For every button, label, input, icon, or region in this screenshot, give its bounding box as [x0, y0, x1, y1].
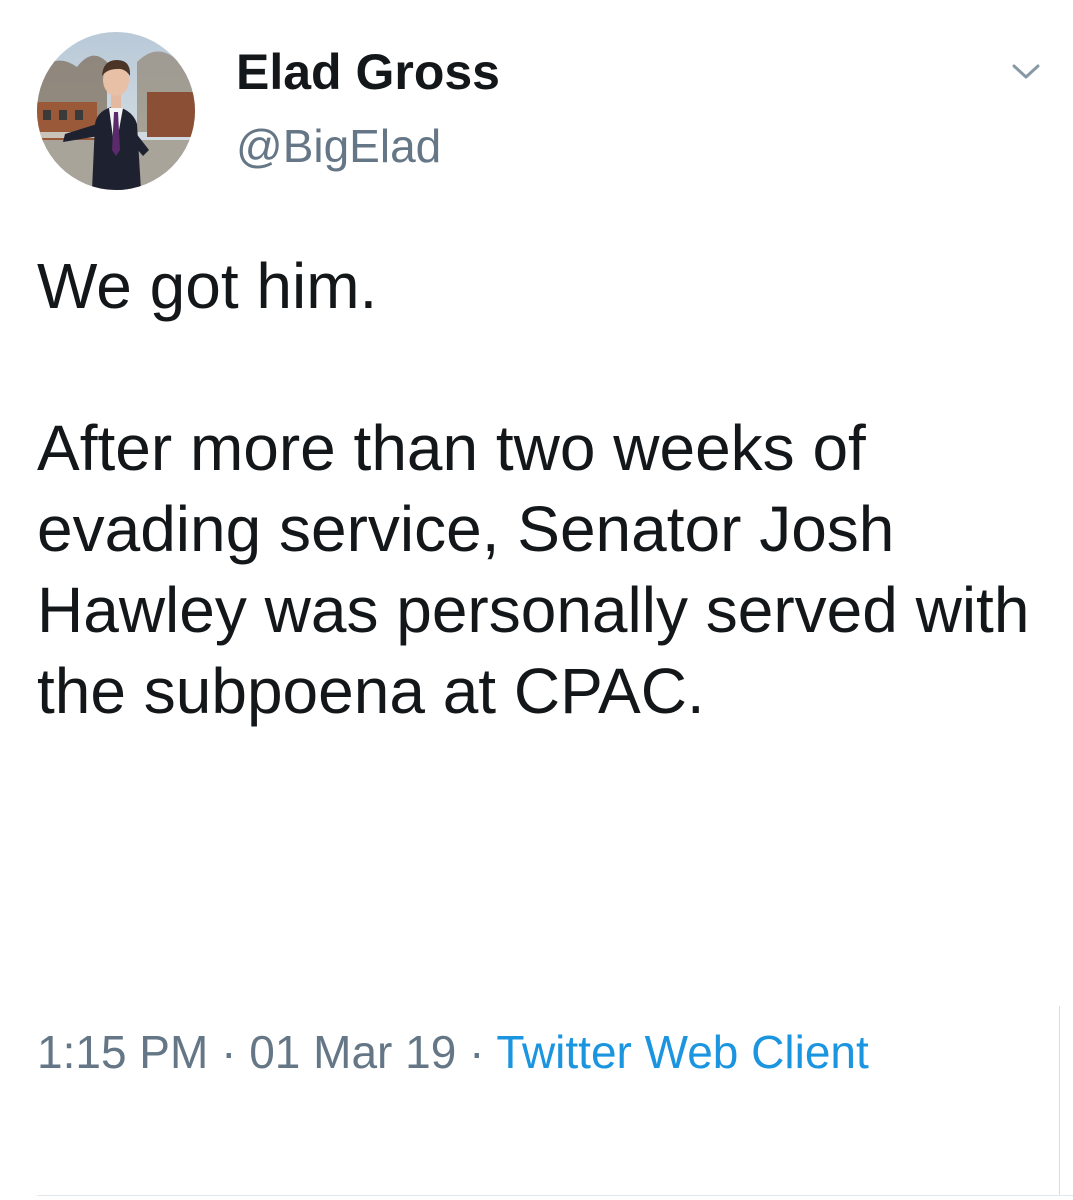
tweet-menu-button[interactable] [1000, 52, 1052, 92]
meta-separator: · [456, 1026, 497, 1078]
profile-photo [37, 32, 195, 190]
tweet-date[interactable]: 01 Mar 19 [249, 1026, 456, 1078]
display-name[interactable]: Elad Gross [236, 42, 500, 102]
avatar[interactable] [37, 32, 195, 190]
tweet-text: We got him. After more than two weeks of… [37, 250, 1030, 727]
tweet-source-link[interactable]: Twitter Web Client [496, 1026, 868, 1078]
divider [37, 1195, 1073, 1196]
user-handle[interactable]: @BigElad [236, 118, 441, 174]
meta-separator: · [208, 1026, 250, 1078]
tweet-time[interactable]: 1:15 PM [37, 1026, 208, 1078]
divider [1059, 1006, 1060, 1196]
chevron-down-icon [1012, 64, 1040, 79]
tweet-metadata: 1:15 PM · 01 Mar 19 · Twitter Web Client [37, 1016, 937, 1088]
